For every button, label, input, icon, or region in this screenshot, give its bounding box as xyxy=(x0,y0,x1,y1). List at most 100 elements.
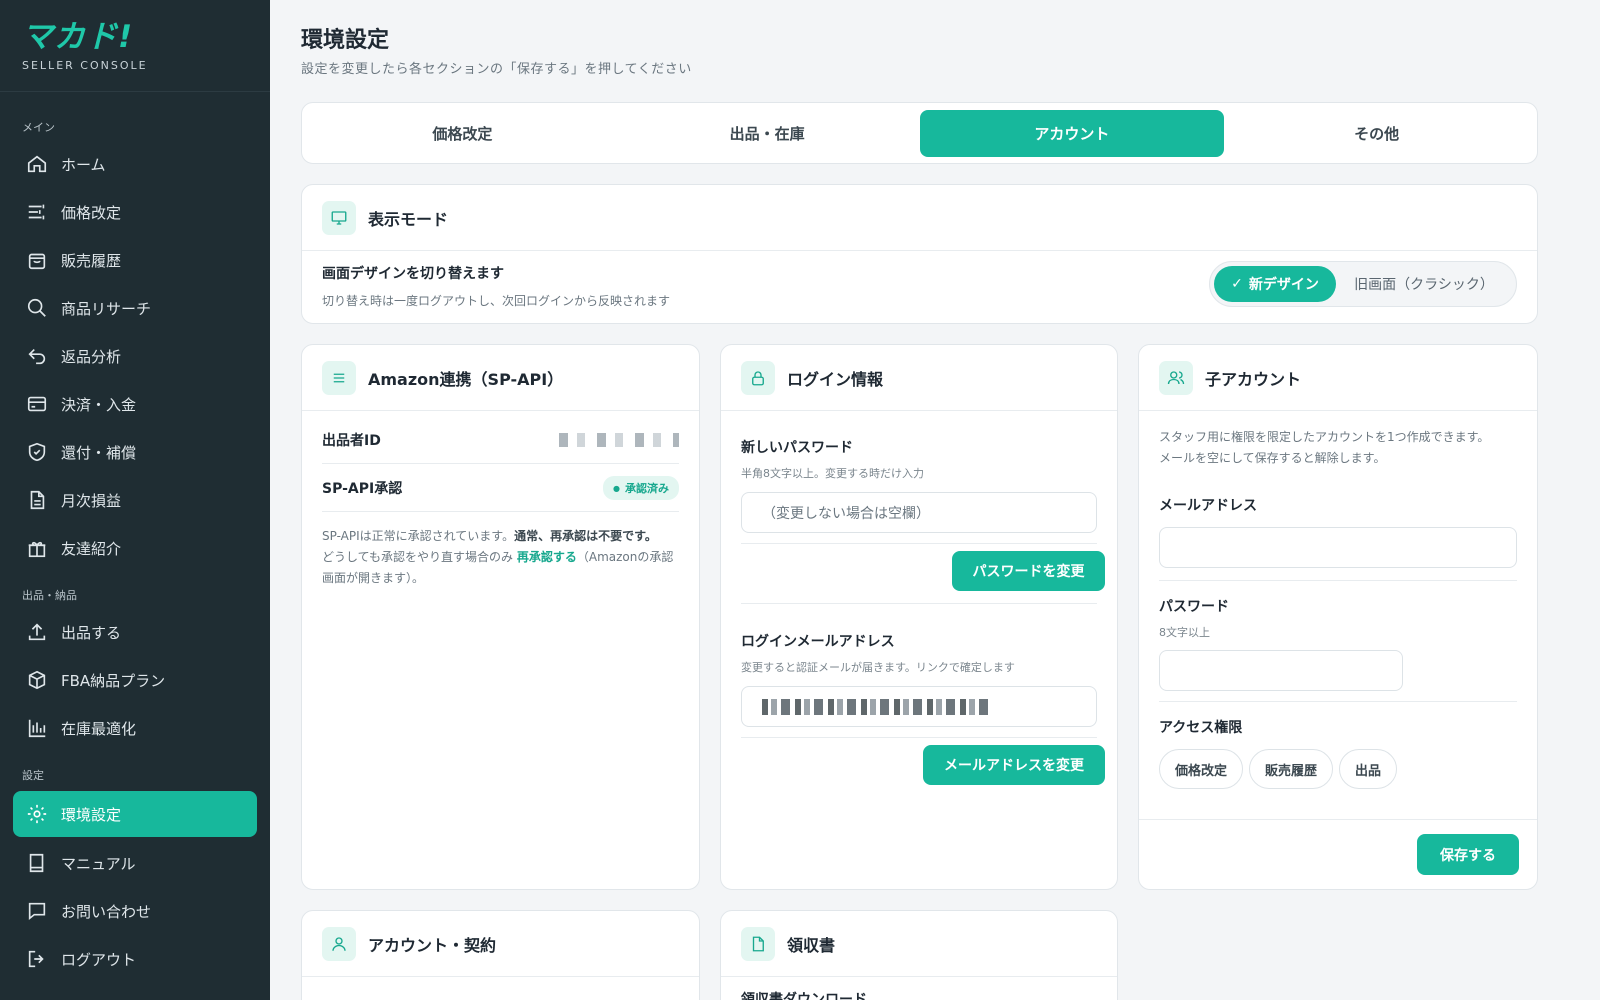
menu-icon xyxy=(322,360,356,395)
sidebar-item-label: 出品する xyxy=(61,623,122,642)
login-email-input[interactable] xyxy=(741,686,1097,727)
card-header: アカウント・契約 xyxy=(302,911,699,977)
sidebar-item-research[interactable]: 商品リサーチ xyxy=(0,284,270,332)
shield-icon xyxy=(28,442,46,462)
sidebar-item-sales-history[interactable]: 販売履歴 xyxy=(0,236,270,284)
return-icon xyxy=(28,348,46,365)
save-button[interactable]: 保存する xyxy=(1417,834,1519,875)
sidebar-item-home[interactable]: ホーム xyxy=(0,140,270,188)
email-block: ログインメールアドレス 変更すると認証メールが届きます。リンクで確定します xyxy=(741,631,1097,727)
access-label: アクセス権限 xyxy=(1159,720,1243,736)
file-icon xyxy=(741,926,775,961)
document-icon xyxy=(30,490,45,510)
spapi-label: SP-API承認 xyxy=(322,480,403,497)
sidebar-item-manual[interactable]: マニュアル xyxy=(0,839,270,887)
sidebar-item-label: 環境設定 xyxy=(61,805,122,824)
sidebar-item-label: 還付・補償 xyxy=(61,443,137,462)
check-icon: ✓ xyxy=(1231,276,1243,292)
change-email-button[interactable]: メールアドレスを変更 xyxy=(923,745,1105,785)
sidebar-item-contact[interactable]: お問い合わせ xyxy=(0,887,270,935)
sidebar-item-inventory[interactable]: 在庫最適化 xyxy=(0,704,270,752)
new-password-input[interactable]: （変更しない場合は空欄） xyxy=(741,492,1097,533)
tab-listing-inventory[interactable]: 出品・在庫 xyxy=(615,110,920,157)
access-chip-sales-history[interactable]: 販売履歴 xyxy=(1249,749,1334,789)
card-icon xyxy=(27,396,47,412)
sub-password-label: パスワード xyxy=(1159,599,1229,615)
classic-design-option[interactable]: 旧画面（クラシック） xyxy=(1336,266,1512,302)
divider xyxy=(741,603,1097,604)
seller-id-value-masked xyxy=(559,432,679,447)
spapi-row: SP-API承認 承認済み xyxy=(322,464,679,512)
sidebar-item-settings[interactable]: 環境設定 xyxy=(13,791,257,837)
sidebar-item-label: ホーム xyxy=(61,155,106,174)
access-chip-listing[interactable]: 出品 xyxy=(1339,749,1398,789)
password-hint: 半角8文字以上。変更する時だけ入力 xyxy=(741,467,924,480)
reauthorize-link[interactable]: 再承認する xyxy=(517,550,577,564)
tab-account[interactable]: アカウント xyxy=(919,109,1225,157)
sidebar-item-label: ログアウト xyxy=(61,950,137,969)
sidebar-item-fba-plan[interactable]: FBA納品プラン xyxy=(0,656,270,704)
sub-password-block: パスワード 8文字以上 xyxy=(1159,596,1517,691)
note-text: どうしても承認をやり直す場合のみ xyxy=(322,550,517,564)
sub-email-input[interactable] xyxy=(1159,527,1517,568)
sidebar-item-repricing[interactable]: 価格改定 xyxy=(0,188,270,236)
receipt-card: 領収書 領収書ダウンロード xyxy=(720,910,1118,1000)
sidebar-item-label: 月次損益 xyxy=(61,491,122,510)
seller-id-label: 出品者ID xyxy=(322,432,381,449)
status-badge: 承認済み xyxy=(603,475,679,500)
card-header: 領収書 xyxy=(721,911,1117,977)
upload-icon xyxy=(28,623,46,641)
home-icon xyxy=(27,155,47,173)
settings-tabs: 価格改定 出品・在庫 アカウント その他 xyxy=(301,102,1538,164)
sidebar-item-reimbursement[interactable]: 還付・補償 xyxy=(0,428,270,476)
spapi-note: SP-APIは正常に承認されています。通常、再承認は不要です。 どうしても承認を… xyxy=(322,526,679,589)
sliders-icon xyxy=(28,204,45,220)
sidebar-item-list[interactable]: 出品する xyxy=(0,608,270,656)
sidebar-item-label: 商品リサーチ xyxy=(61,299,152,318)
receipt-download-label: 領収書ダウンロード xyxy=(741,992,867,1000)
card-title: アカウント・契約 xyxy=(368,935,497,955)
new-design-option[interactable]: ✓ 新デザイン xyxy=(1214,266,1336,302)
card-title: ログイン情報 xyxy=(787,369,884,389)
sidebar-item-payments[interactable]: 決済・入金 xyxy=(0,380,270,428)
sidebar-item-returns[interactable]: 返品分析 xyxy=(0,332,270,380)
brand-logo[interactable]: マカド! xyxy=(22,18,270,56)
login-card: ログイン情報 新しいパスワード 半角8文字以上。変更する時だけ入力 （変更しない… xyxy=(720,344,1118,890)
access-chip-repricing[interactable]: 価格改定 xyxy=(1159,749,1244,789)
change-password-button[interactable]: パスワードを変更 xyxy=(952,551,1105,591)
amazon-card: Amazon連携（SP-API） 出品者ID SP-API承認 承認済み SP-… xyxy=(301,344,700,890)
sub-password-input[interactable] xyxy=(1159,650,1403,691)
sidebar: マカド! SELLER CONSOLE メイン ホーム 価格改定 販売履歴 商品… xyxy=(0,0,270,1000)
card-title: 表示モード xyxy=(368,209,449,229)
sidebar-item-referral[interactable]: 友達紹介 xyxy=(0,524,270,572)
gear-icon xyxy=(27,804,47,824)
monitor-icon xyxy=(322,200,356,235)
sidebar-item-logout[interactable]: ログアウト xyxy=(0,935,270,983)
display-mode-label: 画面デザインを切り替えます xyxy=(322,266,504,282)
tab-repricing[interactable]: 価格改定 xyxy=(310,110,615,157)
display-mode-body: 画面デザインを切り替えます 切り替え時は一度ログアウトし、次回ログインから反映さ… xyxy=(322,263,670,309)
sub-email-block: メールアドレス xyxy=(1159,495,1517,568)
sidebar-item-monthly-pl[interactable]: 月次損益 xyxy=(0,476,270,524)
card-title: Amazon連携（SP-API） xyxy=(368,369,564,389)
book-icon xyxy=(29,853,44,873)
chat-icon xyxy=(28,902,46,921)
sidebar-item-label: 販売履歴 xyxy=(61,251,122,270)
desc-line: メールを空にして保存すると解除します。 xyxy=(1159,451,1386,465)
sidebar-item-label: お問い合わせ xyxy=(61,902,152,921)
divider xyxy=(741,737,1097,738)
sub-email-label: メールアドレス xyxy=(1159,498,1257,514)
account-contract-card: アカウント・契約 xyxy=(301,910,700,1000)
email-label: ログインメールアドレス xyxy=(741,634,895,650)
display-mode-card: 表示モード 画面デザインを切り替えます 切り替え時は一度ログアウトし、次回ログイ… xyxy=(301,184,1538,324)
new-design-label: 新デザイン xyxy=(1248,277,1319,293)
card-header: 子アカウント xyxy=(1139,345,1537,411)
tab-other[interactable]: その他 xyxy=(1224,110,1529,157)
display-mode-desc: 切り替え時は一度ログアウトし、次回ログインから反映されます xyxy=(322,294,671,308)
display-mode-toggle: ✓ 新デザイン 旧画面（クラシック） xyxy=(1209,261,1517,307)
password-label: 新しいパスワード xyxy=(741,440,853,456)
divider xyxy=(1159,701,1517,702)
card-title: 領収書 xyxy=(787,935,836,955)
nav-section-listing: 出品・納品 xyxy=(22,589,77,602)
footer-divider xyxy=(1139,819,1537,820)
